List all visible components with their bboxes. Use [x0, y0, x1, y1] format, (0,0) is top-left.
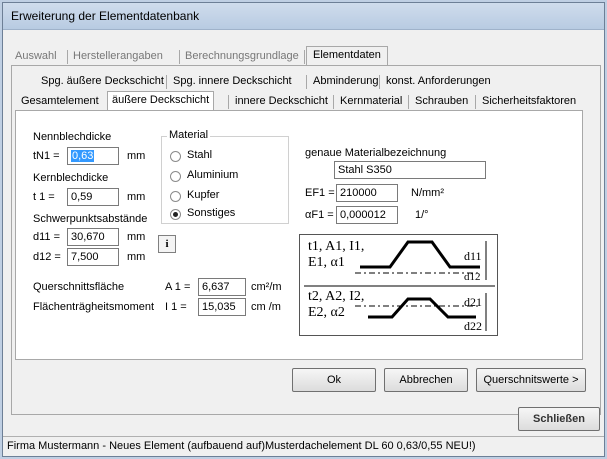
querschnittswerte-button[interactable]: Querschnitswerte >	[476, 368, 586, 392]
materialbezeichnung-input[interactable]: Stahl S350	[334, 161, 486, 179]
tn1-input[interactable]: 0,63	[67, 147, 119, 165]
schliessen-button[interactable]: Schließen	[518, 407, 600, 431]
mm-label: mm	[127, 191, 146, 203]
tab-konst-anforderungen[interactable]: konst. Anforderungen	[382, 73, 495, 91]
af1-label: αF1 =	[305, 209, 334, 221]
mm-label: mm	[127, 251, 146, 263]
tab-spg-innere[interactable]: Spg. innere Deckschicht	[169, 73, 296, 91]
tab-divider	[475, 95, 476, 109]
tab-divider	[306, 75, 307, 89]
tab-innere-deckschicht[interactable]: innere Deckschicht	[231, 93, 332, 111]
tab-spg-aussere[interactable]: Spg. äußere Deckschicht	[37, 73, 168, 91]
tn1-label: tN1 =	[33, 150, 60, 162]
diagram-d22-label: d22	[464, 319, 482, 333]
diagram-top-label-1: t1, A1, I1,	[308, 239, 365, 254]
mm-label: mm	[127, 150, 146, 162]
kernblechdicke-label: Kernblechdicke	[33, 172, 109, 184]
ef1-unit: N/mm²	[411, 187, 444, 199]
radio-aluminium[interactable]	[170, 171, 181, 182]
material-group-label: Material	[167, 129, 211, 141]
tab-sicherheitsfaktoren[interactable]: Sicherheitsfaktoren	[478, 93, 580, 111]
a1-input[interactable]: 6,637	[198, 278, 246, 296]
tab-berechnungsgrundlage[interactable]: Berechnungsgrundlage	[181, 48, 303, 66]
radio-sonstiges-label[interactable]: Sonstiges	[187, 207, 235, 219]
i1-label: I 1 =	[165, 301, 187, 313]
t1-label: t 1 =	[33, 191, 55, 203]
ok-button[interactable]: Ok	[292, 368, 376, 392]
tab-schrauben[interactable]: Schrauben	[411, 93, 472, 111]
radio-kupfer[interactable]	[170, 191, 181, 202]
i1-input[interactable]: 15,035	[198, 298, 246, 316]
radio-sonstiges[interactable]	[170, 209, 181, 220]
af1-unit: 1/°	[415, 209, 429, 221]
diagram-d12-label: d12	[464, 271, 481, 283]
a1-unit: cm²/m	[251, 281, 282, 293]
tab-divider	[333, 95, 334, 109]
d11-label: d11 =	[33, 231, 61, 243]
abbrechen-button[interactable]: Abbrechen	[384, 368, 468, 392]
genaue-materialbezeichnung-label: genaue Materialbezeichnung	[305, 147, 447, 159]
ef1-label: EF1 =	[305, 187, 335, 199]
flaechentraegheitsmoment-label: Flächenträgheitsmoment	[33, 301, 155, 313]
diagram-top-label-2: E1, α1	[308, 255, 345, 270]
radio-stahl-label[interactable]: Stahl	[187, 149, 212, 161]
tab-divider	[67, 50, 68, 64]
dialog-window: Erweiterung der Elementdatenbank Auswahl…	[2, 2, 605, 457]
diagram-bottom-label-2: E2, α2	[308, 305, 345, 320]
ef1-input[interactable]: 210000	[336, 184, 398, 202]
tab-divider	[228, 95, 229, 109]
status-bar: Firma Mustermann - Neues Element (aufbau…	[3, 436, 604, 456]
i1-unit: cm /m	[251, 301, 281, 313]
tab-auswahl[interactable]: Auswahl	[11, 48, 61, 66]
tab-divider	[379, 75, 380, 89]
nennblechdicke-label: Nennblechdicke	[33, 131, 112, 143]
window-title: Erweiterung der Elementdatenbank	[11, 9, 200, 23]
d11-input[interactable]: 30,670	[67, 228, 119, 246]
info-button[interactable]: i	[158, 235, 176, 253]
diagram-d21-label: d21	[464, 295, 482, 309]
tab-gesamtelement[interactable]: Gesamtelement	[17, 93, 103, 111]
tab-divider	[304, 50, 305, 64]
mm-label: mm	[127, 231, 146, 243]
a1-label: A 1 =	[165, 281, 191, 293]
profile-diagram: t1, A1, I1, E1, α1 d11 d12 t2, A2, I2, E…	[299, 234, 498, 336]
d12-input[interactable]: 7,500	[67, 248, 119, 266]
diagram-bottom-label-1: t2, A2, I2,	[308, 289, 365, 304]
tab-herstellerangaben[interactable]: Herstellerangaben	[69, 48, 167, 66]
af1-input[interactable]: 0,000012	[336, 206, 398, 224]
d12-label: d12 =	[33, 251, 61, 263]
tab-divider	[166, 75, 167, 89]
tab-elementdaten[interactable]: Elementdaten	[306, 46, 388, 66]
diagram-d11-label: d11	[464, 249, 482, 263]
t1-input[interactable]: 0,59	[67, 188, 119, 206]
tab-abminderung[interactable]: Abminderung	[309, 73, 382, 91]
tab-aussere-deckschicht[interactable]: äußere Deckschicht	[107, 91, 215, 111]
tab-kernmaterial[interactable]: Kernmaterial	[336, 93, 406, 111]
radio-stahl[interactable]	[170, 151, 181, 162]
tab-divider	[408, 95, 409, 109]
title-bar: Erweiterung der Elementdatenbank	[3, 3, 604, 30]
querschnittsflaeche-label: Querschnittsfläche	[33, 281, 125, 293]
tab-divider	[179, 50, 180, 64]
radio-kupfer-label[interactable]: Kupfer	[187, 189, 219, 201]
schwerpunktsabstaende-label: Schwerpunktsabstände	[33, 213, 148, 225]
radio-aluminium-label[interactable]: Aluminium	[187, 169, 238, 181]
